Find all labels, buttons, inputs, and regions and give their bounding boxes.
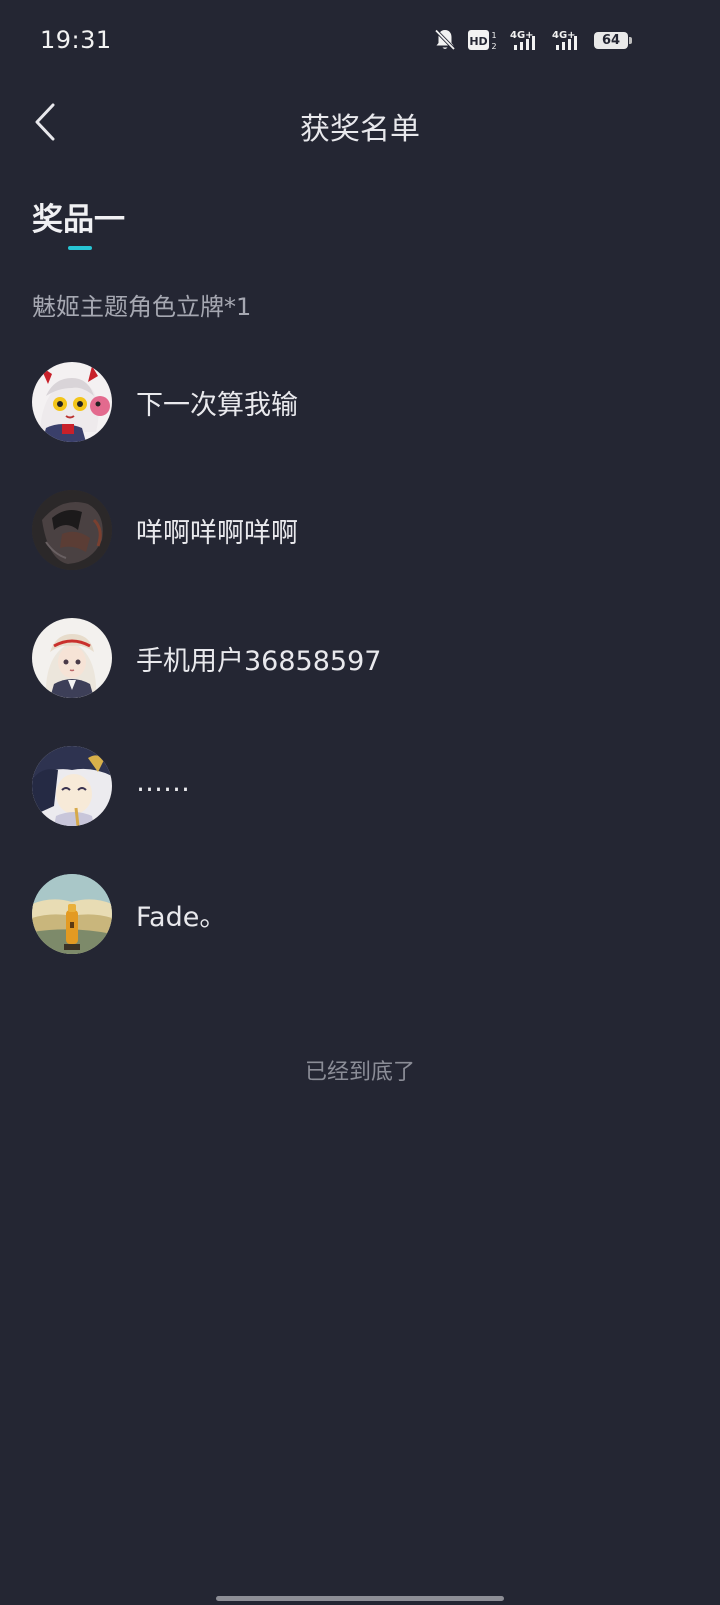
hd-icon: HD 1 2 — [468, 29, 498, 51]
list-item[interactable]: 咩啊咩啊咩啊 — [0, 484, 720, 612]
winner-list: 下一次算我输 咩啊咩啊咩啊 手机用户36858597 …… Fade。 — [0, 356, 720, 996]
list-item[interactable]: 下一次算我输 — [0, 356, 720, 484]
list-item[interactable]: Fade。 — [0, 868, 720, 996]
avatar[interactable] — [32, 874, 112, 954]
battery-icon: 64 — [594, 31, 632, 49]
svg-text:HD: HD — [469, 35, 487, 48]
status-time: 19:31 — [40, 26, 112, 54]
avatar[interactable] — [32, 746, 112, 826]
page-title: 获奖名单 — [300, 112, 420, 147]
signal-4g-icon: 4G+ — [510, 28, 540, 52]
status-icons: HD 1 2 4G+ 4G+ 64 — [434, 28, 632, 52]
status-bar: 19:31 HD 1 2 4G+ 4G+ 64 — [0, 0, 720, 84]
list-item[interactable]: …… — [0, 740, 720, 868]
tab-active-indicator — [68, 246, 92, 250]
winner-name: 下一次算我输 — [136, 390, 298, 421]
svg-text:2: 2 — [491, 42, 496, 51]
prize-description: 魅姬主题角色立牌*1 — [32, 293, 252, 321]
winner-name: 咩啊咩啊咩啊 — [136, 518, 298, 549]
svg-text:4G+: 4G+ — [510, 30, 534, 41]
svg-text:4G+: 4G+ — [552, 30, 576, 41]
top-nav-bar: 获奖名单 — [0, 84, 720, 164]
tab-prize-one[interactable]: 奖品一 — [32, 194, 125, 239]
avatar[interactable] — [32, 362, 112, 442]
winner-name: Fade。 — [136, 902, 227, 933]
winner-name: …… — [136, 767, 190, 798]
svg-text:1: 1 — [491, 31, 496, 40]
winner-name: 手机用户36858597 — [136, 646, 382, 677]
avatar[interactable] — [32, 618, 112, 698]
avatar[interactable] — [32, 490, 112, 570]
bell-muted-icon — [434, 28, 456, 52]
list-item[interactable]: 手机用户36858597 — [0, 612, 720, 740]
list-end-text: 已经到底了 — [304, 1060, 415, 1085]
home-indicator[interactable] — [216, 1596, 504, 1601]
signal-4g-icon: 4G+ — [552, 28, 582, 52]
